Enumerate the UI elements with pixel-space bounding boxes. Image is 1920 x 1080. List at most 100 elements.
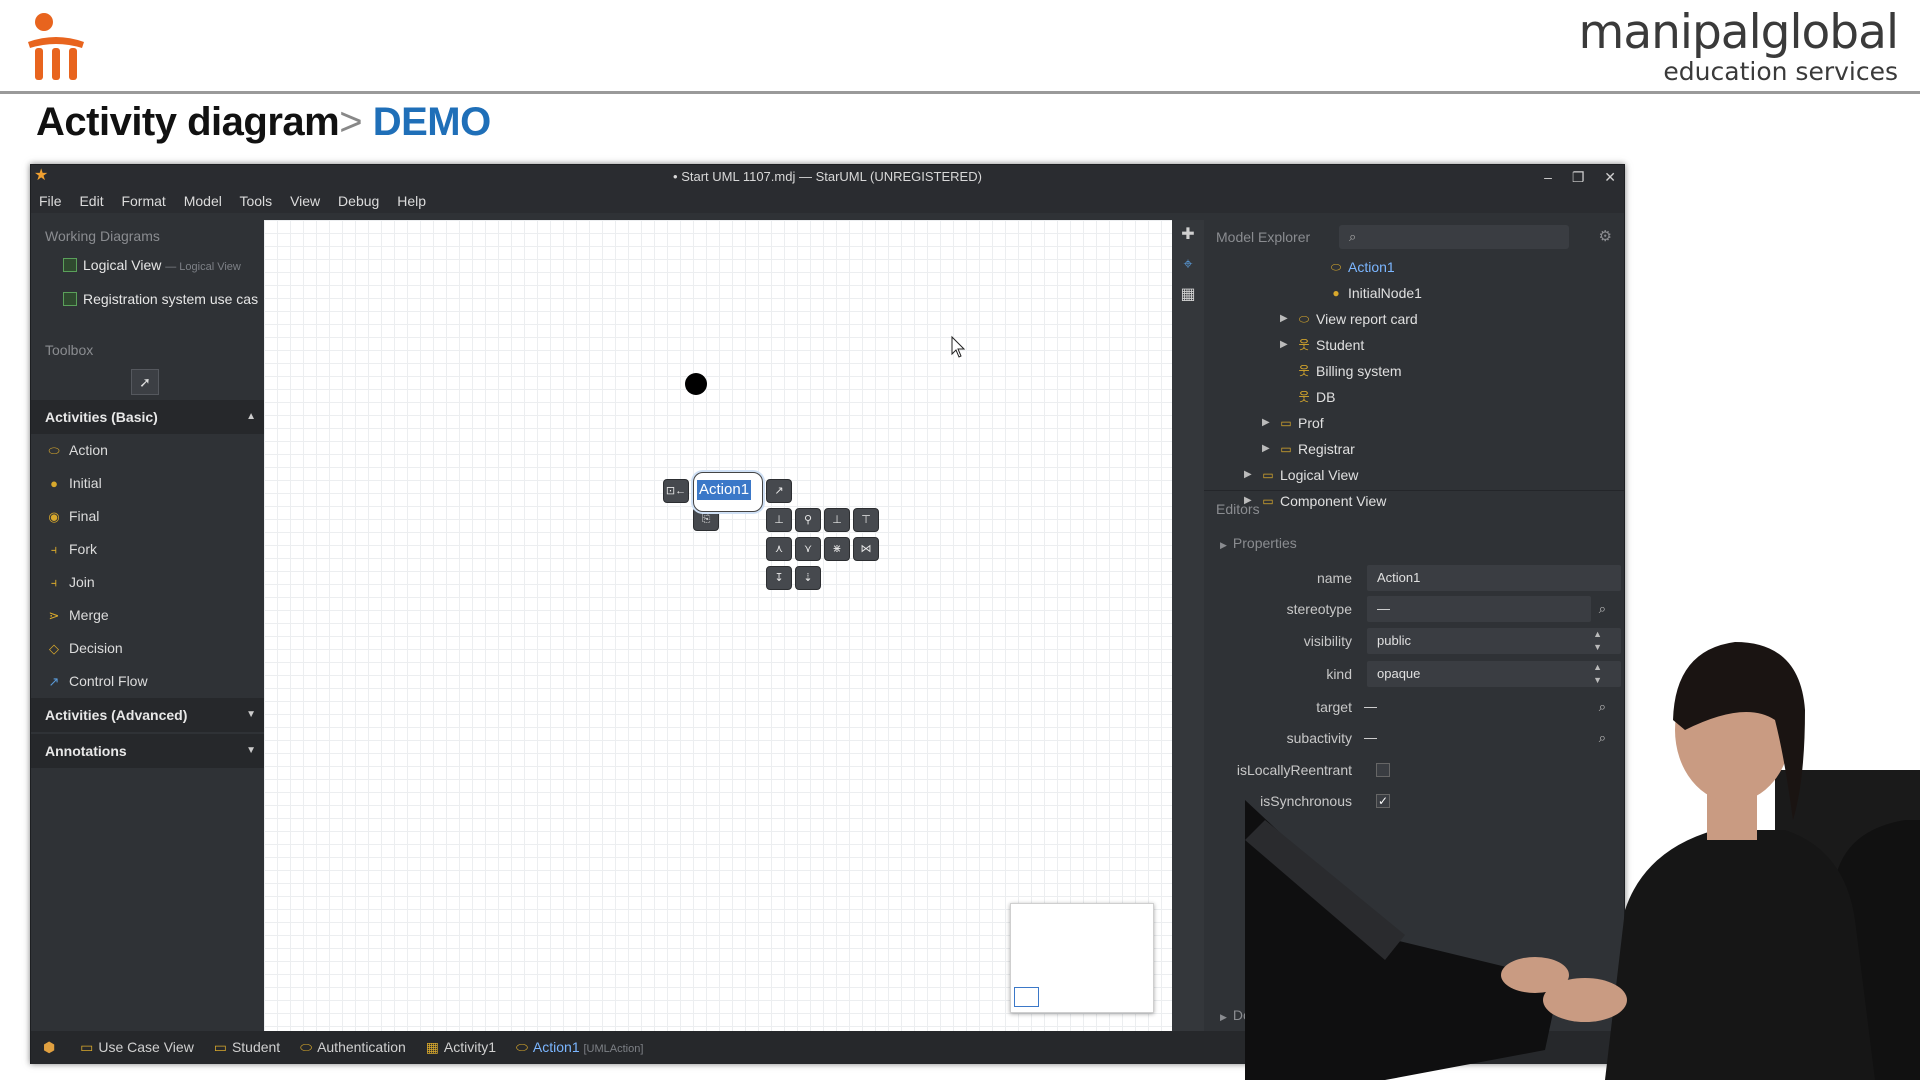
folder-icon: ▭ bbox=[1280, 416, 1292, 430]
menu-help[interactable]: Help bbox=[397, 193, 426, 209]
diagram-icon bbox=[63, 258, 77, 272]
tool-final[interactable]: ◉ Final bbox=[31, 500, 264, 533]
working-diagrams-header: Working Diagrams bbox=[45, 228, 160, 244]
layout-icon[interactable]: ▦ bbox=[1172, 280, 1204, 310]
action-node[interactable]: Action1 bbox=[693, 472, 763, 512]
quick-incoming-flow-button[interactable]: ⊡← bbox=[663, 479, 689, 503]
tree-item-view-report-card[interactable]: ▶ ⬭ View report card bbox=[1204, 306, 1624, 332]
menu-file[interactable]: File bbox=[39, 193, 62, 209]
quick-action-button-9[interactable]: ↧ bbox=[766, 566, 792, 590]
group-annotations[interactable]: Annotations ▼ bbox=[31, 734, 264, 768]
expand-arrow-icon[interactable]: ▶ bbox=[1244, 462, 1256, 488]
collapse-icon: ▲ bbox=[246, 411, 256, 422]
quick-action-button-5[interactable]: ⋏ bbox=[766, 537, 792, 561]
diagram-icon bbox=[63, 292, 77, 306]
tool-label: Merge bbox=[69, 607, 109, 623]
tree-item-initialnode1[interactable]: ● InitialNode1 bbox=[1204, 280, 1624, 306]
expand-arrow-icon[interactable]: ▶ bbox=[1262, 410, 1274, 436]
menu-format[interactable]: Format bbox=[121, 193, 165, 209]
tree-item-logical-view[interactable]: ▶ ▭ Logical View bbox=[1204, 462, 1624, 488]
actor-icon: 웃 bbox=[1298, 338, 1310, 352]
diagram-canvas[interactable]: ⊡← ⊡→ ⎘ Action1 ↗ ⊥ ⚲ ⊥ ⊤ ⋏ ⋎ ⋇ ⋈ ↧ ⇣ bbox=[264, 220, 1172, 1032]
quick-action-button-2[interactable]: ⚲ bbox=[795, 508, 821, 532]
tree-item-db[interactable]: 웃 DB bbox=[1204, 384, 1624, 410]
breadcrumb-label: Student bbox=[231, 1039, 281, 1055]
tree-item-label: Student bbox=[1316, 337, 1365, 353]
side-toolbar: ✚ ⌖ ▦ bbox=[1172, 220, 1204, 1032]
explorer-search-input[interactable]: ⌕ bbox=[1339, 225, 1569, 249]
working-diagram-label: Logical View bbox=[83, 257, 162, 273]
brand-wordmark: manipalglobal education services bbox=[1579, 8, 1899, 86]
tree-item-action1[interactable]: ⬭ Action1 bbox=[1204, 254, 1624, 280]
header-divider bbox=[0, 91, 1920, 94]
restore-icon[interactable]: ❐ bbox=[1572, 165, 1585, 189]
extensions-icon[interactable]: ✚ bbox=[1172, 220, 1204, 250]
initial-node[interactable] bbox=[685, 373, 707, 395]
tool-fork[interactable]: ⫞ Fork bbox=[31, 533, 264, 566]
properties-header[interactable]: ▶ Properties bbox=[1204, 528, 1297, 558]
model-explorer-title: Model Explorer bbox=[1216, 229, 1311, 245]
tool-label: Initial bbox=[69, 475, 102, 491]
tree-item-student[interactable]: ▶ 웃 Student bbox=[1204, 332, 1624, 358]
tree-item-prof[interactable]: ▶ ▭ Prof bbox=[1204, 410, 1624, 436]
breadcrumb-activity1[interactable]: ▦ Activity1 bbox=[426, 1031, 496, 1064]
working-diagram-registration[interactable]: Registration system use cas bbox=[31, 282, 264, 316]
tool-merge[interactable]: ⋗ Merge bbox=[31, 599, 264, 632]
group-activities-advanced[interactable]: Activities (Advanced) ▼ bbox=[31, 698, 264, 732]
breadcrumb-use-case-view[interactable]: ▭ Use Case View bbox=[80, 1031, 194, 1064]
expand-arrow-icon[interactable]: ▶ bbox=[1280, 332, 1292, 358]
quick-action-button-4[interactable]: ⊤ bbox=[853, 508, 879, 532]
tool-join[interactable]: ⫞ Join bbox=[31, 566, 264, 599]
model-explorer-header: Model Explorer ⌕ ⚙ bbox=[1204, 220, 1624, 254]
group-activities-basic[interactable]: Activities (Basic) ▲ bbox=[31, 400, 264, 434]
expand-arrow-icon: ▶ bbox=[1220, 1012, 1227, 1022]
usecase-icon: ⬭ bbox=[300, 1039, 313, 1055]
tool-initial[interactable]: ● Initial bbox=[31, 467, 264, 500]
minimap[interactable] bbox=[1010, 903, 1154, 1013]
editors-header: Editors bbox=[1204, 490, 1624, 526]
expand-arrow-icon[interactable]: ▶ bbox=[1262, 436, 1274, 462]
breadcrumb-label: Activity1 bbox=[443, 1039, 497, 1055]
working-diagram-logical-view[interactable]: Logical View — Logical View bbox=[31, 248, 264, 282]
tool-control-flow[interactable]: ↗ Control Flow bbox=[31, 665, 264, 698]
quick-action-button-7[interactable]: ⋇ bbox=[824, 537, 850, 561]
working-diagram-sub: — Logical View bbox=[165, 261, 241, 273]
quick-action-button-6[interactable]: ⋎ bbox=[795, 537, 821, 561]
tool-action[interactable]: ⬭ Action bbox=[31, 434, 264, 467]
minimize-icon[interactable]: – bbox=[1544, 165, 1552, 189]
quick-action-button-3[interactable]: ⊥ bbox=[824, 508, 850, 532]
menu-model[interactable]: Model bbox=[184, 193, 222, 209]
menu-edit[interactable]: Edit bbox=[79, 193, 103, 209]
tree-item-registrar[interactable]: ▶ ▭ Registrar bbox=[1204, 436, 1624, 462]
breadcrumb-authentication[interactable]: ⬭ Authentication bbox=[300, 1031, 406, 1064]
group-label: Activities (Advanced) bbox=[45, 707, 188, 723]
folder-icon: ▭ bbox=[213, 1039, 227, 1055]
quick-action-button-8[interactable]: ⋈ bbox=[853, 537, 879, 561]
tree-item-label: Billing system bbox=[1316, 363, 1402, 379]
gear-icon[interactable]: ⚙ bbox=[1599, 220, 1612, 254]
quick-flow-button[interactable]: ↗ bbox=[766, 479, 792, 503]
tree-item-billing-system[interactable]: 웃 Billing system bbox=[1204, 358, 1624, 384]
mouse-cursor-icon bbox=[951, 335, 966, 358]
action-icon: ⬭ bbox=[515, 1039, 528, 1055]
search-icon: ⌕ bbox=[1349, 229, 1357, 244]
tool-decision[interactable]: ◇ Decision bbox=[31, 632, 264, 665]
action-label-edit[interactable]: Action1 bbox=[697, 480, 752, 500]
pointer-tool-icon[interactable]: ➚ bbox=[131, 369, 159, 395]
breadcrumb-action1[interactable]: ⬭ Action1 [UMLAction] bbox=[516, 1031, 643, 1066]
breadcrumb-student[interactable]: ▭ Student bbox=[214, 1031, 281, 1064]
minimap-viewport[interactable] bbox=[1014, 987, 1039, 1007]
menu-view[interactable]: View bbox=[290, 193, 320, 209]
quick-action-button-10[interactable]: ⇣ bbox=[795, 566, 821, 590]
menu-tools[interactable]: Tools bbox=[239, 193, 272, 209]
expand-arrow-icon[interactable]: ▶ bbox=[1280, 306, 1292, 332]
quick-action-button-1[interactable]: ⊥ bbox=[766, 508, 792, 532]
fork-icon: ⫞ bbox=[50, 542, 58, 557]
actor-icon: 웃 bbox=[1298, 364, 1310, 378]
navigate-icon[interactable]: ⌖ bbox=[1172, 250, 1204, 280]
close-icon[interactable]: ✕ bbox=[1604, 165, 1616, 189]
menu-debug[interactable]: Debug bbox=[338, 193, 379, 209]
breadcrumb-type-tag: [UMLAction] bbox=[583, 1043, 644, 1055]
left-panel: Working Diagrams Logical View — Logical … bbox=[31, 220, 264, 1032]
staruml-logo-icon: ⬢ bbox=[43, 1039, 56, 1055]
